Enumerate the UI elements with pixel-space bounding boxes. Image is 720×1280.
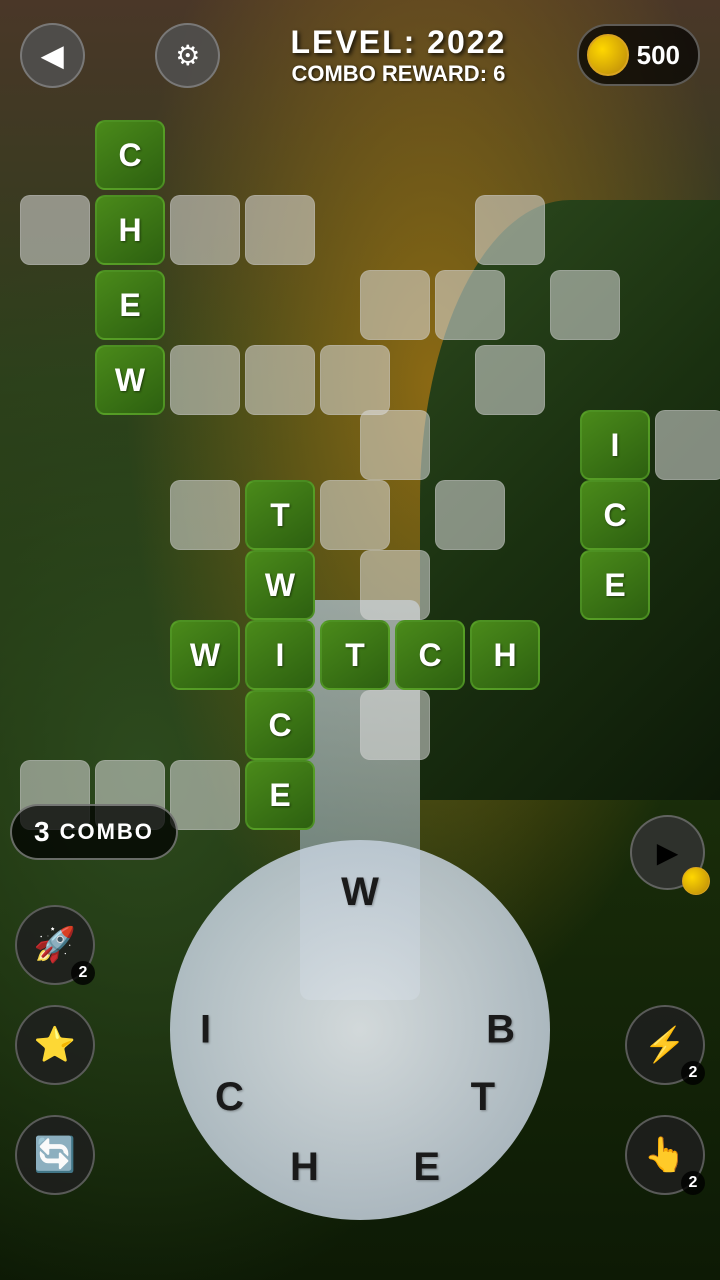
coin-reward-icon <box>682 867 710 895</box>
tile-H-1[interactable]: H <box>95 195 165 265</box>
film-icon: ▶ <box>657 836 679 869</box>
tile-empty-6-4 <box>360 550 430 620</box>
tile-C-0[interactable]: C <box>95 120 165 190</box>
tile-empty-3-6 <box>475 345 545 415</box>
combo-badge: 3 COMBO <box>10 804 178 860</box>
tile-empty-5-5 <box>435 480 505 550</box>
level-label: LEVEL: 2022 <box>291 24 507 61</box>
tile-empty-9-2 <box>170 760 240 830</box>
lightning-icon: ⚡ <box>644 1025 686 1065</box>
coin-amount: 500 <box>637 40 680 71</box>
back-arrow-icon: ◀ <box>42 39 64 72</box>
tile-E-9[interactable]: E <box>245 760 315 830</box>
lightning-button[interactable]: ⚡ 2 <box>625 1005 705 1085</box>
tile-empty-1-3 <box>245 195 315 265</box>
refresh-icon: 🔄 <box>34 1135 76 1175</box>
tile-empty-2-5 <box>435 270 505 340</box>
star-button[interactable]: ⭐ <box>15 1005 95 1085</box>
lightning-badge: 2 <box>681 1061 705 1085</box>
tile-empty-1-2 <box>170 195 240 265</box>
settings-button[interactable]: ⚙ <box>155 23 220 88</box>
wheel-letter-W[interactable]: W <box>341 870 379 915</box>
tile-H-witch[interactable]: H <box>470 620 540 690</box>
tile-C-ice[interactable]: C <box>580 480 650 550</box>
tile-empty-1-0 <box>20 195 90 265</box>
gear-icon: ⚙ <box>175 39 200 72</box>
tile-W-witch[interactable]: W <box>170 620 240 690</box>
wheel-letter-H[interactable]: H <box>290 1145 319 1190</box>
tile-W-6[interactable]: W <box>245 550 315 620</box>
rocket-button[interactable]: 🚀 2 <box>15 905 95 985</box>
rocket-badge: 2 <box>71 961 95 985</box>
combo-number: 3 <box>34 816 50 848</box>
tile-empty-4-8 <box>655 410 720 480</box>
tile-empty-4-4 <box>360 410 430 480</box>
hint-button[interactable]: 👆 2 <box>625 1115 705 1195</box>
tile-E-ice[interactable]: E <box>580 550 650 620</box>
tile-empty-3-2 <box>170 345 240 415</box>
tile-empty-5-1 <box>170 480 240 550</box>
level-info: LEVEL: 2022 COMBO REWARD: 6 <box>291 24 507 87</box>
back-button[interactable]: ◀ <box>20 23 85 88</box>
tile-empty-1-6 <box>475 195 545 265</box>
finger-badge: 2 <box>681 1171 705 1195</box>
combo-label: COMBO <box>60 819 154 845</box>
star-icon: ⭐ <box>34 1025 76 1065</box>
tile-empty-3-3 <box>245 345 315 415</box>
tile-T-5[interactable]: T <box>245 480 315 550</box>
coin-display: 500 <box>577 24 700 86</box>
video-reward-button[interactable]: ▶ <box>630 815 705 890</box>
game-grid: C H E W I T C W E W I T C H C E <box>0 110 720 770</box>
wheel-letter-B[interactable]: B <box>486 1008 515 1053</box>
tile-C-witch[interactable]: C <box>395 620 465 690</box>
rocket-icon: 🚀 <box>34 925 76 965</box>
coin-icon <box>587 34 629 76</box>
tile-I-witch[interactable]: I <box>245 620 315 690</box>
tile-E-2[interactable]: E <box>95 270 165 340</box>
letter-wheel[interactable]: W I B C T H E <box>170 840 550 1220</box>
header: ◀ ⚙ LEVEL: 2022 COMBO REWARD: 6 500 <box>0 0 720 110</box>
tile-I-ice[interactable]: I <box>580 410 650 480</box>
combo-reward-label: COMBO REWARD: 6 <box>291 61 507 87</box>
finger-icon: 👆 <box>644 1135 686 1175</box>
tile-T-witch[interactable]: T <box>320 620 390 690</box>
tile-empty-2-7 <box>550 270 620 340</box>
wheel-letter-E[interactable]: E <box>413 1145 440 1190</box>
tile-C-8[interactable]: C <box>245 690 315 760</box>
wheel-letter-C[interactable]: C <box>215 1075 244 1120</box>
wheel-letter-I[interactable]: I <box>200 1008 211 1053</box>
tile-empty-8-4 <box>360 690 430 760</box>
refresh-button[interactable]: 🔄 <box>15 1115 95 1195</box>
wheel-letter-T[interactable]: T <box>471 1075 495 1120</box>
tile-empty-2-4 <box>360 270 430 340</box>
tile-empty-3-4 <box>320 345 390 415</box>
tile-empty-5-3 <box>320 480 390 550</box>
tile-W-3[interactable]: W <box>95 345 165 415</box>
